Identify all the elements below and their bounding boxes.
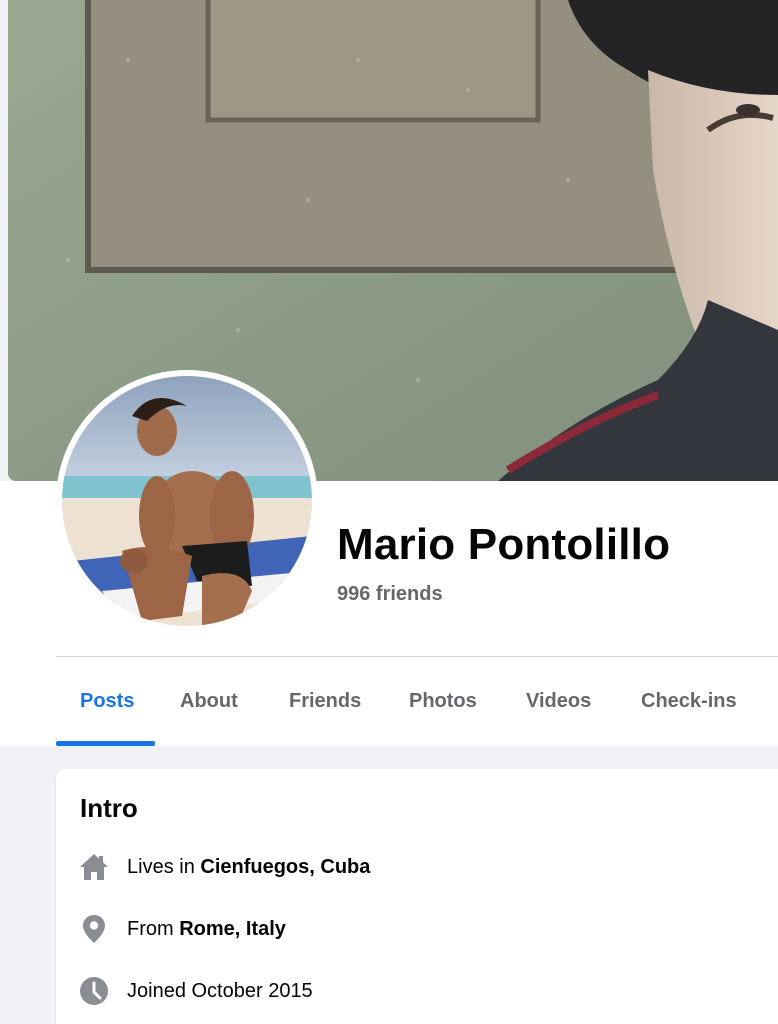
home-icon — [78, 851, 110, 883]
profile-avatar[interactable] — [56, 370, 318, 632]
intro-title: Intro — [80, 793, 138, 823]
tab-check-ins[interactable]: Check-ins — [641, 657, 737, 746]
profile-name: Mario Pontolillo — [337, 520, 671, 569]
intro-card: Intro Lives in Cienfuegos, Cuba From Rom… — [56, 769, 778, 1024]
profile-tabs: Posts About Friends Photos Videos Check-… — [56, 657, 778, 746]
tab-photos[interactable]: Photos — [409, 657, 477, 746]
tab-posts[interactable]: Posts — [80, 657, 134, 746]
tab-videos[interactable]: Videos — [526, 657, 591, 746]
lives-in-prefix: Lives in — [127, 855, 201, 878]
intro-joined: Joined October 2015 — [78, 975, 313, 1007]
clock-icon — [78, 975, 110, 1007]
lives-in-place-link[interactable]: Cienfuegos, Cuba — [200, 856, 370, 879]
location-pin-icon — [78, 913, 110, 945]
from-place-link[interactable]: Rome, Italy — [179, 918, 286, 941]
joined-text: Joined October 2015 — [127, 979, 313, 1002]
active-tab-indicator — [56, 741, 155, 746]
intro-from: From Rome, Italy — [78, 913, 286, 945]
intro-lives-in: Lives in Cienfuegos, Cuba — [78, 851, 370, 883]
from-prefix: From — [127, 917, 180, 940]
tab-friends[interactable]: Friends — [289, 657, 361, 746]
avatar-image — [62, 376, 312, 626]
tab-about[interactable]: About — [180, 657, 238, 746]
friends-count-link[interactable]: 996 friends — [337, 583, 443, 606]
profile-page: Mario Pontolillo 996 friends Posts About… — [0, 0, 778, 1024]
